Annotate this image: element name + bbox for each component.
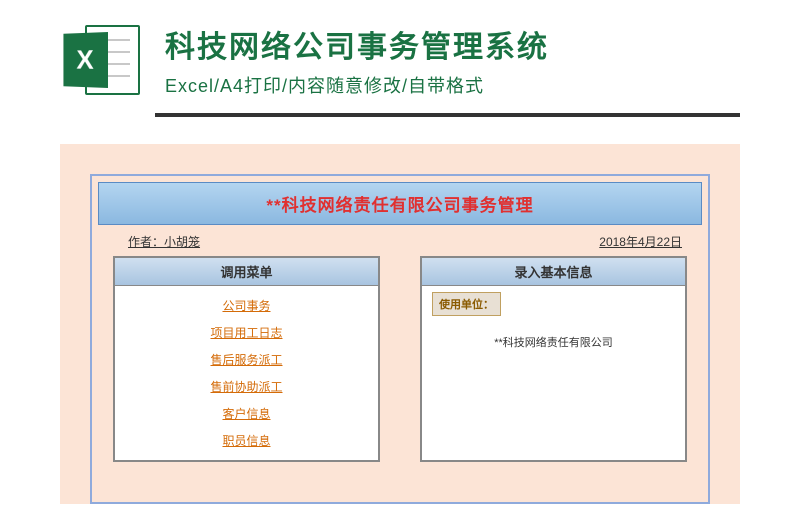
info-panel: 录入基本信息 使用单位： **科技网络责任有限公司 <box>420 256 687 462</box>
menu-item-company[interactable]: 公司事务 <box>115 292 378 319</box>
preview-area: **科技网络责任有限公司事务管理 作者：小胡笼 2018年4月22日 调用菜单 … <box>60 144 740 504</box>
unit-value: **科技网络责任有限公司 <box>432 316 675 368</box>
document-date: 2018年4月22日 <box>599 233 682 250</box>
info-panel-header: 录入基本信息 <box>422 258 685 286</box>
page-subtitle: Excel/A4打印/内容随意修改/自带格式 <box>165 72 549 98</box>
menu-panel-header: 调用菜单 <box>115 258 378 286</box>
unit-label: 使用单位： <box>432 292 501 316</box>
page-header: X 科技网络公司事务管理系统 Excel/A4打印/内容随意修改/自带格式 <box>0 0 800 115</box>
document-frame: **科技网络责任有限公司事务管理 作者：小胡笼 2018年4月22日 调用菜单 … <box>90 174 710 504</box>
document-title-bar: **科技网络责任有限公司事务管理 <box>98 182 702 225</box>
menu-item-aftersale[interactable]: 售后服务派工 <box>115 346 378 373</box>
panels-row: 调用菜单 公司事务 项目用工日志 售后服务派工 售前协助派工 客户信息 职员信息… <box>98 256 702 462</box>
document-title: **科技网络责任有限公司事务管理 <box>266 196 533 215</box>
author-label: 作者：小胡笼 <box>128 233 200 250</box>
excel-icon-letter: X <box>76 44 93 75</box>
info-panel-body: 使用单位： **科技网络责任有限公司 <box>422 286 685 374</box>
menu-item-customer[interactable]: 客户信息 <box>115 400 378 427</box>
excel-icon: X <box>60 20 140 100</box>
document-info-row: 作者：小胡笼 2018年4月22日 <box>98 225 702 256</box>
menu-item-staff[interactable]: 职员信息 <box>115 427 378 454</box>
title-block: 科技网络公司事务管理系统 Excel/A4打印/内容随意修改/自带格式 <box>165 22 549 98</box>
menu-item-presale[interactable]: 售前协助派工 <box>115 373 378 400</box>
menu-item-project-log[interactable]: 项目用工日志 <box>115 319 378 346</box>
menu-list: 公司事务 项目用工日志 售后服务派工 售前协助派工 客户信息 职员信息 <box>115 286 378 460</box>
page-title: 科技网络公司事务管理系统 <box>165 22 549 66</box>
menu-panel: 调用菜单 公司事务 项目用工日志 售后服务派工 售前协助派工 客户信息 职员信息 <box>113 256 380 462</box>
header-divider <box>155 113 740 117</box>
